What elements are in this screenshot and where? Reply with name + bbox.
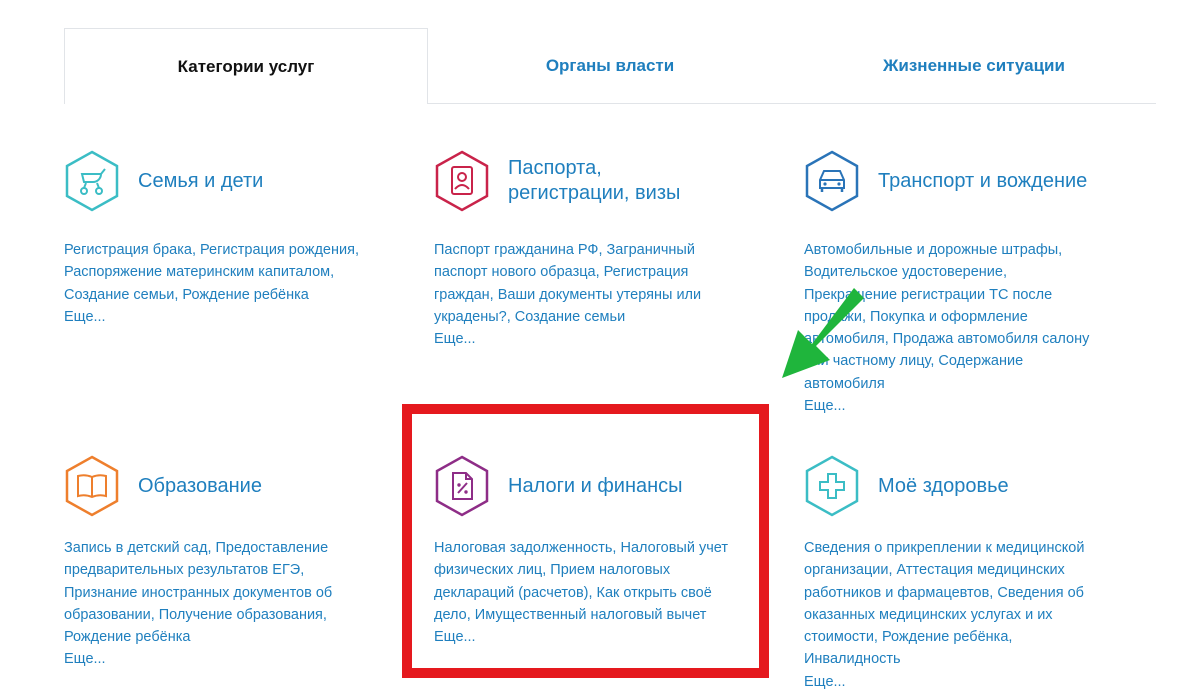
- category-header[interactable]: Семья и дети: [64, 150, 364, 212]
- tab-authorities[interactable]: Органы власти: [428, 28, 792, 103]
- category-header[interactable]: Транспорт и вождение: [804, 150, 1104, 212]
- tab-life-situations[interactable]: Жизненные ситуации: [792, 28, 1156, 103]
- category-passports: Паспорта, регистрации, визы Паспорт граж…: [434, 150, 724, 350]
- category-title[interactable]: Моё здоровье: [878, 474, 1009, 499]
- more-link[interactable]: Еще...: [434, 626, 739, 648]
- service-tabs: Категории услуг Органы власти Жизненные …: [64, 28, 1156, 104]
- category-links[interactable]: Налоговая задолженность, Налоговый учет …: [434, 537, 739, 626]
- category-family: Семья и дети Регистрация брака, Регистра…: [64, 150, 364, 328]
- category-header[interactable]: Налоги и финансы: [434, 455, 739, 517]
- tab-service-categories[interactable]: Категории услуг: [64, 28, 428, 104]
- more-link[interactable]: Еще...: [804, 395, 1104, 417]
- medical-cross-icon: [805, 455, 859, 517]
- category-title[interactable]: Транспорт и вождение: [878, 169, 1087, 194]
- category-header[interactable]: Образование: [64, 455, 354, 517]
- category-links[interactable]: Запись в детский сад, Предоставление пре…: [64, 537, 354, 648]
- category-header[interactable]: Моё здоровье: [804, 455, 1104, 517]
- category-links[interactable]: Паспорт гражданина РФ, Заграничный паспо…: [434, 239, 724, 328]
- more-link[interactable]: Еще...: [64, 648, 354, 670]
- category-taxes: Налоги и финансы Налоговая задолженность…: [434, 455, 739, 648]
- category-title[interactable]: Образование: [138, 474, 262, 499]
- tabs-divider: [428, 103, 1156, 104]
- stroller-icon: [65, 150, 119, 212]
- more-link[interactable]: Еще...: [64, 306, 364, 328]
- tax-document-icon: [435, 455, 489, 517]
- category-header[interactable]: Паспорта, регистрации, визы: [434, 150, 724, 212]
- category-title[interactable]: Налоги и финансы: [508, 474, 683, 499]
- tab-label: Жизненные ситуации: [883, 55, 1065, 75]
- arrow-annotation-icon: [782, 288, 864, 378]
- book-icon: [65, 455, 119, 517]
- more-link[interactable]: Еще...: [804, 671, 1104, 693]
- car-icon: [805, 150, 859, 212]
- more-link[interactable]: Еще...: [434, 328, 724, 350]
- passport-icon: [435, 150, 489, 212]
- category-title[interactable]: Семья и дети: [138, 169, 263, 194]
- tab-label: Органы власти: [545, 55, 675, 75]
- tab-label: Категории услуг: [177, 56, 315, 76]
- category-health: Моё здоровье Сведения о прикреплении к м…: [804, 455, 1104, 693]
- category-links[interactable]: Сведения о прикреплении к медицинской ор…: [804, 537, 1104, 671]
- category-links[interactable]: Регистрация брака, Регистрация рождения,…: [64, 239, 364, 306]
- category-education: Образование Запись в детский сад, Предос…: [64, 455, 354, 671]
- category-title[interactable]: Паспорта, регистрации, визы: [508, 156, 698, 206]
